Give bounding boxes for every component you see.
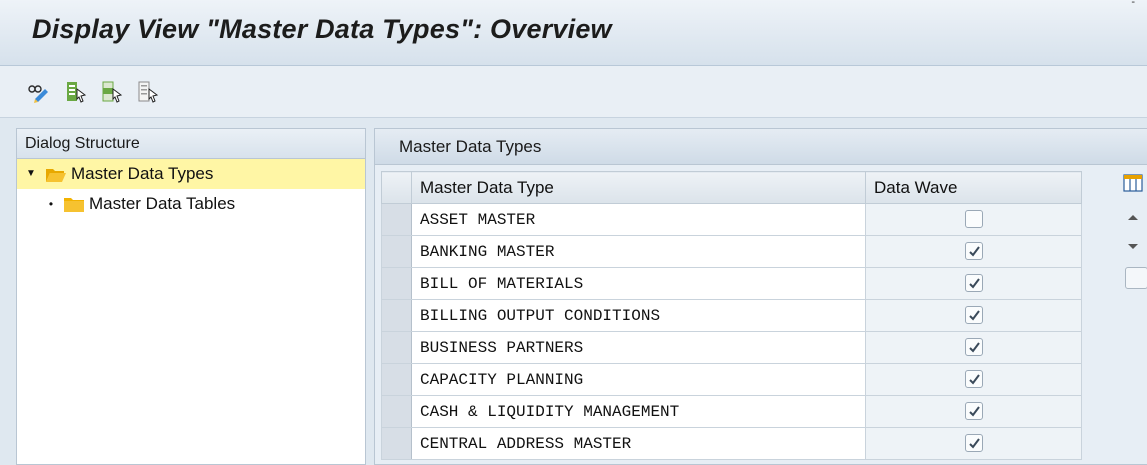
data-wave-cell	[865, 395, 1082, 428]
dialog-structure-header: Dialog Structure	[17, 129, 365, 159]
open-folder-icon	[46, 169, 66, 182]
table-row: CENTRAL ADDRESS MASTER	[381, 427, 1082, 460]
select-block-button[interactable]	[100, 80, 124, 104]
data-wave-checkbox[interactable]	[964, 402, 983, 421]
data-wave-cell	[865, 203, 1082, 236]
data-wave-checkbox[interactable]	[964, 242, 983, 261]
data-wave-checkbox[interactable]	[964, 338, 983, 357]
data-wave-cell	[865, 299, 1082, 332]
data-wave-checkbox[interactable]	[964, 306, 983, 325]
select-all-icon	[67, 82, 87, 103]
row-selector-button[interactable]	[381, 235, 412, 268]
master-data-type-cell: BUSINESS PARTNERS	[411, 331, 866, 364]
corner-mark: -	[1131, 0, 1135, 8]
expand-arrow-icon[interactable]: ▼	[25, 159, 37, 189]
table-row: CASH & LIQUIDITY MANAGEMENT	[381, 395, 1082, 428]
row-selector-button[interactable]	[381, 395, 412, 428]
select-block-icon	[102, 81, 123, 103]
tree-item-master-data-types[interactable]: ▼ Master Data Types	[17, 159, 365, 189]
table-row: BILL OF MATERIALS	[381, 267, 1082, 300]
row-selector-button[interactable]	[381, 331, 412, 364]
master-data-type-cell: CASH & LIQUIDITY MANAGEMENT	[411, 395, 866, 428]
data-wave-checkbox[interactable]	[964, 210, 983, 229]
deselect-all-button[interactable]	[136, 80, 160, 104]
select-all-rows-button[interactable]	[381, 171, 412, 204]
vertical-scrollbar	[1117, 171, 1147, 465]
table-control: Master Data Type Data Wave ASSET MASTER B…	[381, 171, 1082, 460]
checkmark-icon	[968, 342, 980, 353]
select-all-button[interactable]	[64, 80, 88, 104]
master-data-types-table: Master Data Type Data Wave ASSET MASTER B…	[381, 171, 1082, 460]
checkmark-icon	[968, 438, 980, 449]
table-row: ASSET MASTER	[381, 203, 1082, 236]
checkmark-icon	[968, 246, 980, 257]
application-toolbar	[0, 66, 1147, 118]
data-wave-cell	[865, 331, 1082, 364]
data-wave-cell	[865, 267, 1082, 300]
table-panel-title: Master Data Types	[375, 129, 1147, 165]
tree-item-label: Master Data Tables	[89, 194, 236, 213]
data-wave-checkbox[interactable]	[964, 434, 983, 453]
scroll-thumb[interactable]	[1125, 267, 1147, 289]
glasses-edit-icon	[28, 85, 48, 103]
scroll-up-icon[interactable]	[1125, 211, 1141, 223]
checkmark-icon	[968, 374, 980, 385]
table-row: CAPACITY PLANNING	[381, 363, 1082, 396]
master-data-type-cell: CAPACITY PLANNING	[411, 363, 866, 396]
table-row: BANKING MASTER	[381, 235, 1082, 268]
column-header-data-wave[interactable]: Data Wave	[865, 171, 1082, 204]
row-selector-button[interactable]	[381, 267, 412, 300]
checkmark-icon	[968, 310, 980, 321]
master-data-type-cell: BILLING OUTPUT CONDITIONS	[411, 299, 866, 332]
page-title: Display View "Master Data Types": Overvi…	[32, 14, 612, 44]
data-wave-cell	[865, 235, 1082, 268]
master-data-type-cell: BILL OF MATERIALS	[411, 267, 866, 300]
table-header-row: Master Data Type Data Wave	[381, 171, 1082, 204]
data-wave-checkbox[interactable]	[964, 370, 983, 389]
title-bar: - Display View "Master Data Types": Over…	[0, 0, 1147, 66]
checkmark-icon	[968, 406, 980, 417]
folder-icon	[64, 198, 84, 212]
display-change-button[interactable]	[26, 80, 50, 104]
master-data-type-cell: CENTRAL ADDRESS MASTER	[411, 427, 866, 460]
master-data-type-cell: ASSET MASTER	[411, 203, 866, 236]
data-wave-cell	[865, 427, 1082, 460]
checkmark-icon	[968, 278, 980, 289]
row-selector-button[interactable]	[381, 203, 412, 236]
tree-item-master-data-tables[interactable]: • Master Data Tables	[17, 189, 365, 219]
tree-item-label: Master Data Types	[71, 164, 214, 183]
data-wave-cell	[865, 363, 1082, 396]
master-data-type-cell: BANKING MASTER	[411, 235, 866, 268]
deselect-all-icon	[138, 81, 159, 103]
table-settings-icon[interactable]	[1123, 173, 1143, 193]
scroll-down-icon[interactable]	[1125, 241, 1141, 253]
data-wave-checkbox[interactable]	[964, 274, 983, 293]
row-selector-button[interactable]	[381, 427, 412, 460]
table-row: BILLING OUTPUT CONDITIONS	[381, 299, 1082, 332]
leaf-bullet-icon: •	[48, 197, 54, 211]
table-panel: Master Data Types Master Data Type Data …	[374, 128, 1147, 465]
column-header-master-data-type[interactable]: Master Data Type	[411, 171, 866, 204]
row-selector-button[interactable]	[381, 363, 412, 396]
row-selector-button[interactable]	[381, 299, 412, 332]
dialog-structure-panel: Dialog Structure ▼ Master Data Types • M…	[16, 128, 366, 465]
table-row: BUSINESS PARTNERS	[381, 331, 1082, 364]
